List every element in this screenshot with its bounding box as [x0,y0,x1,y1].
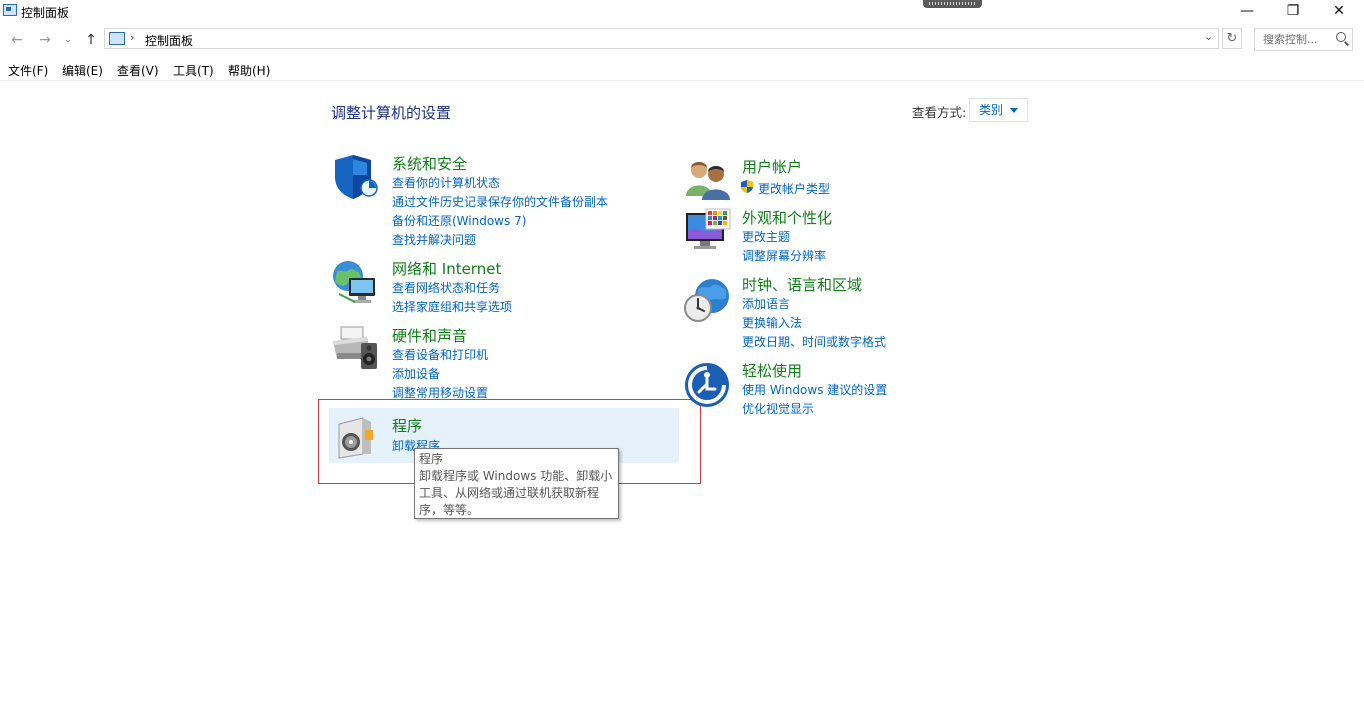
users-icon[interactable] [684,156,732,204]
link-add-device[interactable]: 添加设备 [392,365,440,382]
ease-of-access-icon[interactable] [683,361,731,409]
category-user-accounts[interactable]: 用户帐户 [742,156,802,177]
category-appearance[interactable]: 外观和个性化 [742,207,832,228]
menu-edit[interactable]: 编辑(E) [62,62,103,79]
category-hardware-sound[interactable]: 硬件和声音 [392,325,467,346]
link-backup-restore[interactable]: 备份和还原(Windows 7) [392,212,526,229]
address-bar[interactable]: › 控制面板 ⌄ [104,28,1219,49]
window-title: 控制面板 [21,6,70,20]
view-by-dropdown[interactable]: 类别 [969,98,1028,122]
link-file-history-backup[interactable]: 通过文件历史记录保存你的文件备份副本 [392,193,608,210]
tooltip-line: 工具、从网络或通过联机获取新程 [419,486,600,500]
forward-button[interactable]: → [36,31,54,49]
link-change-account-type[interactable]: 更改帐户类型 [758,180,830,197]
link-troubleshoot[interactable]: 查找并解决问题 [392,231,476,248]
chevron-down-icon[interactable]: ⌄ [1204,30,1213,43]
view-by-label: 查看方式: [912,105,967,120]
title-bar: 控制面板 — ❐ ✕ [0,0,1364,24]
category-ease-of-access[interactable]: 轻松使用 [742,360,802,381]
link-optimize-visual-display[interactable]: 优化视觉显示 [742,400,814,417]
view-by-value: 类别 [979,103,1004,117]
menu-bar: 文件(F) 编辑(E) 查看(V) 工具(T) 帮助(H) [0,60,1364,81]
close-button[interactable]: ✕ [1316,0,1362,24]
search-box[interactable] [1254,28,1353,51]
tooltip-line: 程序 [419,452,444,466]
category-network-internet[interactable]: 网络和 Internet [392,258,501,279]
clock-globe-icon[interactable] [682,276,730,324]
link-screen-resolution[interactable]: 调整屏幕分辨率 [742,247,826,264]
link-change-input-method[interactable]: 更换输入法 [742,314,802,331]
menu-file[interactable]: 文件(F) [8,62,48,79]
link-homegroup-sharing[interactable]: 选择家庭组和共享选项 [392,298,512,315]
search-input[interactable] [1255,29,1335,50]
control-panel-icon [3,4,17,16]
refresh-button[interactable]: ↻ [1222,28,1242,49]
category-programs[interactable]: 程序 [392,415,422,436]
chevron-down-icon [1010,108,1018,113]
menu-tools[interactable]: 工具(T) [173,62,214,79]
printer-speaker-icon[interactable] [331,325,379,373]
tooltip-line: 序，等等。 [419,503,480,517]
page-title: 调整计算机的设置 [331,104,452,122]
recent-locations-button[interactable]: ⌄ [62,31,74,49]
back-button[interactable]: ← [8,31,26,49]
uac-shield-icon [741,180,753,193]
link-mobility-settings[interactable]: 调整常用移动设置 [392,384,488,401]
category-system-security[interactable]: 系统和安全 [392,153,467,174]
programs-tooltip: 程序 卸载程序或 Windows 功能、卸载小 工具、从网络或通过联机获取新程 … [414,448,619,519]
category-clock-region[interactable]: 时钟、语言和区域 [742,274,862,295]
link-change-theme[interactable]: 更改主题 [742,228,790,245]
minimize-button[interactable]: — [1224,0,1270,24]
link-recommended-settings[interactable]: 使用 Windows 建议的设置 [742,381,887,398]
up-button[interactable]: ↑ [82,31,100,49]
menu-help[interactable]: 帮助(H) [228,62,270,79]
link-network-status[interactable]: 查看网络状态和任务 [392,279,500,296]
monitor-palette-icon[interactable] [684,207,732,255]
restore-button[interactable]: ❐ [1270,0,1316,24]
network-globe-icon[interactable] [331,258,379,306]
control-panel-icon [109,32,125,45]
link-add-language[interactable]: 添加语言 [742,295,790,312]
drag-handle[interactable] [923,0,982,8]
shield-icon[interactable] [331,153,379,201]
link-change-date-time-format[interactable]: 更改日期、时间或数字格式 [742,333,886,350]
menu-view[interactable]: 查看(V) [117,62,159,79]
link-view-computer-status[interactable]: 查看你的计算机状态 [392,174,500,191]
link-devices-printers[interactable]: 查看设备和打印机 [392,346,488,363]
breadcrumb-control-panel[interactable]: 控制面板 [145,32,193,49]
search-icon[interactable] [1336,32,1346,42]
tooltip-line: 卸载程序或 Windows 功能、卸载小 [419,469,613,483]
breadcrumb-separator[interactable]: › [130,31,134,44]
programs-disc-icon[interactable] [333,414,381,462]
